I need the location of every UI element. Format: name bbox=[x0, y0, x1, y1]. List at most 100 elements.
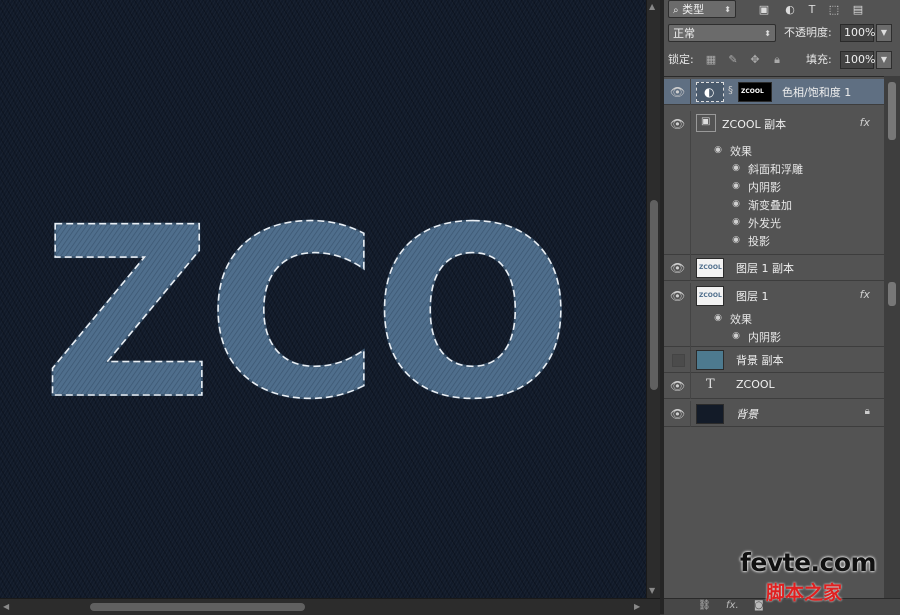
effect-item[interactable]: ◉ 投影 bbox=[664, 231, 884, 249]
layer-row-zcool-text[interactable]: 👁︎ T ZCOOL bbox=[664, 373, 884, 399]
layer-kind-filter[interactable]: ⌕ 类型 ⬍ bbox=[668, 0, 736, 18]
horizontal-scroll-thumb[interactable] bbox=[90, 603, 305, 611]
layer-row-layer1[interactable]: 👁︎ ZCOOL 图层 1 fx ◉ 效果 ◉ 内阴影 bbox=[664, 283, 884, 347]
adjustment-filter-icon[interactable]: ◐ bbox=[782, 3, 798, 17]
layer-row-background-copy[interactable]: 背景 副本 bbox=[664, 347, 884, 373]
effect-item[interactable]: ◉ 内阴影 bbox=[664, 177, 884, 195]
scroll-left-icon[interactable]: ◀ bbox=[3, 602, 9, 611]
layer-mask-thumbnail[interactable]: ZCOOL bbox=[738, 82, 772, 102]
eye-icon[interactable]: ◉ bbox=[730, 330, 742, 342]
canvas-vertical-scrollbar[interactable]: ▲ ▼ bbox=[646, 0, 661, 598]
effects-label: 效果 bbox=[730, 145, 752, 158]
eye-icon[interactable]: ◉ bbox=[730, 234, 742, 246]
mask-text: ZCOOL bbox=[741, 88, 764, 95]
divider bbox=[690, 401, 691, 427]
type-layer-icon: T bbox=[706, 377, 715, 392]
eye-icon[interactable]: ◉ bbox=[730, 216, 742, 228]
visibility-toggle[interactable] bbox=[672, 354, 685, 367]
effect-name: 内阴影 bbox=[748, 331, 781, 344]
canvas-text-stitching: ZCO bbox=[42, 178, 567, 451]
eye-icon[interactable]: 👁︎ bbox=[670, 289, 685, 303]
search-icon: ⌕ bbox=[673, 5, 679, 16]
effect-name: 内阴影 bbox=[748, 181, 781, 194]
effect-name: 渐变叠加 bbox=[748, 199, 792, 212]
scroll-up-icon[interactable]: ▲ bbox=[649, 2, 655, 11]
watermark-domain: fevte.com bbox=[740, 548, 877, 577]
vertical-scroll-thumb[interactable] bbox=[650, 200, 658, 390]
eye-icon[interactable]: 👁︎ bbox=[670, 117, 685, 131]
layer-name[interactable]: ZCOOL 副本 bbox=[722, 116, 786, 132]
chevron-updown-icon: ⬍ bbox=[724, 5, 731, 14]
layers-scrollbar[interactable] bbox=[884, 76, 900, 598]
scroll-down-icon[interactable]: ▼ bbox=[649, 586, 655, 595]
layer-thumbnail: ZCOOL bbox=[696, 258, 724, 278]
type-filter-icon[interactable]: T bbox=[804, 3, 820, 17]
eye-icon[interactable]: 👁︎ bbox=[670, 261, 685, 275]
layer-name[interactable]: 背景 副本 bbox=[736, 352, 784, 368]
scroll-right-icon[interactable]: ▶ bbox=[634, 602, 640, 611]
watermark: fevte.com 脚本之家 bbox=[740, 548, 900, 614]
effects-header[interactable]: ◉ 效果 bbox=[664, 309, 884, 327]
watermark-site-name: 脚本之家 bbox=[766, 582, 843, 604]
adjustment-icon: ◐ bbox=[696, 82, 724, 102]
eye-icon[interactable]: ◉ bbox=[712, 312, 724, 324]
lock-brush-icon[interactable]: ✎ bbox=[726, 53, 740, 67]
lock-label: 锁定: bbox=[668, 53, 694, 66]
lock-transparent-icon[interactable]: ▦ bbox=[704, 53, 718, 67]
link-icon[interactable]: ⛓︎ bbox=[698, 600, 711, 611]
eye-icon[interactable]: ◉ bbox=[730, 162, 742, 174]
effect-item[interactable]: ◉ 斜面和浮雕 bbox=[664, 159, 884, 177]
layer-name[interactable]: 背景 bbox=[736, 406, 758, 422]
layer-name[interactable]: 图层 1 bbox=[736, 288, 769, 304]
layers-panel: ⌕ 类型 ⬍ ▣ ◐ T ⬚ ▤ 正常 ⬍ 不透明度: 100% ▼ 锁定: ▦… bbox=[664, 0, 900, 615]
fill-label: 填充: bbox=[806, 53, 832, 66]
layer-row-hue-saturation[interactable]: 👁︎ ◐ § ZCOOL 色相/饱和度 1 bbox=[664, 79, 884, 105]
layer-name[interactable]: ZCOOL bbox=[736, 378, 775, 391]
eye-icon[interactable]: ◉ bbox=[730, 180, 742, 192]
effect-item[interactable]: ◉ 外发光 bbox=[664, 213, 884, 231]
layers-scroll-thumb[interactable] bbox=[888, 82, 896, 140]
chain-link-icon[interactable]: § bbox=[728, 85, 733, 96]
layer-row-layer1-copy[interactable]: 👁︎ ZCOOL 图层 1 副本 bbox=[664, 255, 884, 281]
layer-kind-value: 类型 bbox=[682, 3, 705, 16]
blend-mode-select[interactable]: 正常 ⬍ bbox=[668, 24, 776, 42]
lock-move-icon[interactable]: ✥ bbox=[748, 53, 762, 67]
opacity-field[interactable]: 100% bbox=[840, 24, 875, 42]
canvas-horizontal-scrollbar[interactable]: ◀ ▶ bbox=[0, 598, 660, 615]
divider bbox=[690, 79, 691, 105]
eye-icon[interactable]: 👁︎ bbox=[670, 407, 685, 421]
layer-row-zcool-copy[interactable]: 👁︎ ▣ ZCOOL 副本 fx ◉ 效果 ◉ 斜面和浮雕 ◉ 内阴影 ◉ 渐变… bbox=[664, 111, 884, 255]
layer-row-background[interactable]: 👁︎ 背景 🔒︎ bbox=[664, 401, 884, 427]
layer-thumbnail: ZCOOL bbox=[696, 286, 724, 306]
layer-name[interactable]: 图层 1 副本 bbox=[736, 260, 794, 276]
divider bbox=[690, 255, 691, 281]
effect-item[interactable]: ◉ 内阴影 bbox=[664, 327, 884, 345]
pixel-filter-icon[interactable]: ▣ bbox=[756, 3, 772, 17]
shape-filter-icon[interactable]: ⬚ bbox=[826, 3, 842, 17]
opacity-label: 不透明度: bbox=[784, 26, 832, 39]
fill-dropdown-icon[interactable]: ▼ bbox=[876, 51, 892, 69]
lock-all-icon[interactable]: 🔒︎ bbox=[770, 53, 784, 67]
eye-icon[interactable]: 👁︎ bbox=[670, 379, 685, 393]
effect-name: 斜面和浮雕 bbox=[748, 163, 803, 176]
fx-menu-button[interactable]: fx. bbox=[726, 600, 739, 611]
smart-object-filter-icon[interactable]: ▤ bbox=[850, 3, 866, 17]
layer-name[interactable]: 色相/饱和度 1 bbox=[782, 84, 851, 100]
fx-icon[interactable]: fx bbox=[860, 288, 870, 301]
smart-object-thumbnail: ▣ bbox=[696, 114, 716, 132]
document-canvas[interactable]: ZCO ZCO bbox=[0, 0, 646, 598]
layers-scroll-thumb-secondary[interactable] bbox=[888, 282, 896, 306]
opacity-dropdown-icon[interactable]: ▼ bbox=[876, 24, 892, 42]
thumbnail-text: ZCOOL bbox=[699, 264, 722, 271]
fx-icon[interactable]: fx bbox=[860, 116, 870, 129]
canvas-artwork: ZCO ZCO bbox=[41, 177, 574, 452]
effect-name: 外发光 bbox=[748, 217, 781, 230]
layer-thumbnail bbox=[696, 404, 724, 424]
layers-list: 👁︎ ◐ § ZCOOL 色相/饱和度 1 👁︎ ▣ ZCOOL 副本 fx ◉… bbox=[664, 76, 884, 599]
fill-field[interactable]: 100% bbox=[840, 51, 875, 69]
effects-header[interactable]: ◉ 效果 bbox=[664, 141, 884, 159]
eye-icon[interactable]: ◉ bbox=[730, 198, 742, 210]
effect-item[interactable]: ◉ 渐变叠加 bbox=[664, 195, 884, 213]
eye-icon[interactable]: ◉ bbox=[712, 144, 724, 156]
eye-icon[interactable]: 👁︎ bbox=[670, 85, 685, 99]
